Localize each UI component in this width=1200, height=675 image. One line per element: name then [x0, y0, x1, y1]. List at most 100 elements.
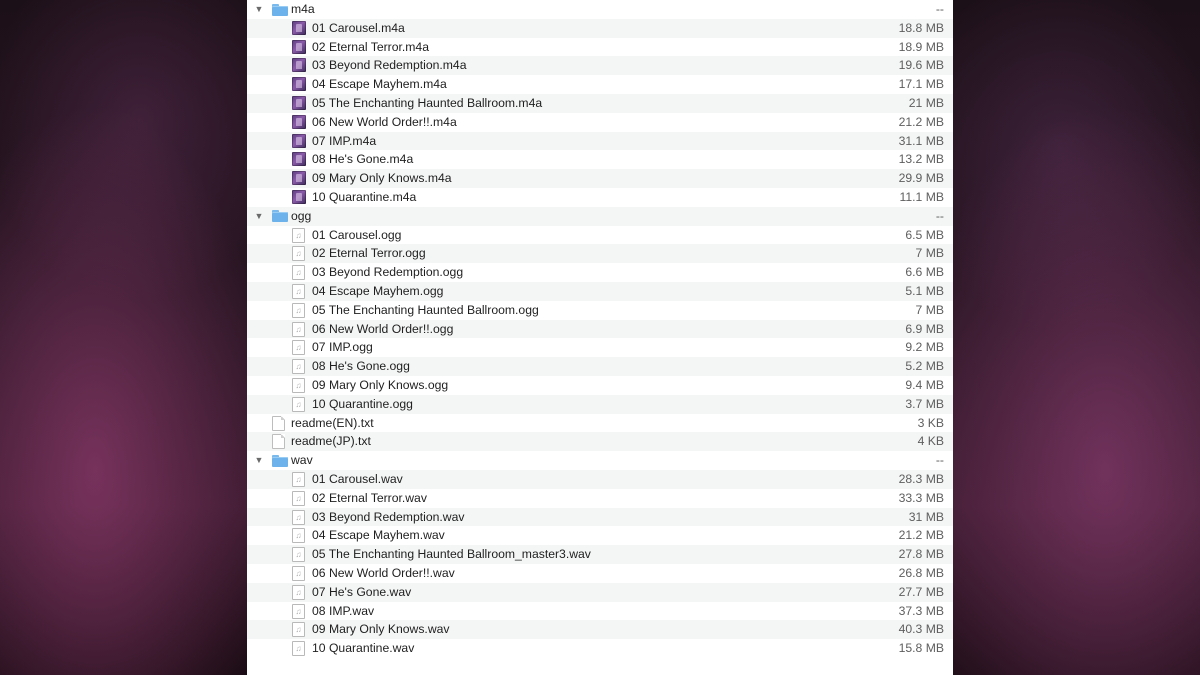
- file-list: ▼ m4a -- 01 Carousel.m4a 18.8 MB 02 Eternal T…: [247, 0, 953, 658]
- file-name: 05 The Enchanting Haunted Ballroom.m4a: [312, 95, 543, 110]
- file-row[interactable]: 10 Quarantine.m4a 11.1 MB: [247, 188, 953, 207]
- file-row[interactable]: readme(JP).txt 4 KB: [247, 432, 953, 452]
- file-row[interactable]: 03 Beyond Redemption.m4a 19.6 MB: [247, 56, 953, 76]
- audio-file-icon: ♫: [292, 265, 305, 281]
- file-row[interactable]: ♫ 08 IMP.wav 37.3 MB: [247, 602, 953, 621]
- file-row[interactable]: ♫ 01 Carousel.wav 28.3 MB: [247, 469, 953, 489]
- file-row[interactable]: ♫ 04 Escape Mayhem.ogg 5.1 MB: [247, 281, 953, 301]
- file-name: 08 He's Gone.ogg: [312, 359, 410, 374]
- file-name: 10 Quarantine.ogg: [312, 396, 413, 411]
- file-row[interactable]: ♫ 01 Carousel.ogg 6.5 MB: [247, 226, 953, 245]
- album-art-icon: [292, 77, 306, 92]
- file-size: 7 MB: [915, 302, 944, 317]
- file-row[interactable]: 04 Escape Mayhem.m4a 17.1 MB: [247, 75, 953, 94]
- file-row[interactable]: 07 IMP.m4a 31.1 MB: [247, 131, 953, 151]
- album-art-icon: [292, 152, 306, 167]
- file-size: 18.9 MB: [898, 39, 944, 54]
- file-row[interactable]: 05 The Enchanting Haunted Ballroom.m4a 21…: [247, 93, 953, 113]
- folder-row[interactable]: ▼ wav --: [247, 451, 953, 470]
- file-name: 04 Escape Mayhem.wav: [312, 528, 445, 543]
- file-name: 09 Mary Only Knows.m4a: [312, 171, 452, 186]
- file-name: 05 The Enchanting Haunted Ballroom.ogg: [312, 302, 539, 317]
- file-row[interactable]: 01 Carousel.m4a 18.8 MB: [247, 18, 953, 38]
- file-row[interactable]: 02 Eternal Terror.m4a 18.9 MB: [247, 38, 953, 57]
- audio-file-icon: ♫: [292, 641, 305, 657]
- file-name: 06 New World Order!!.wav: [312, 565, 455, 580]
- file-name: 08 IMP.wav: [312, 603, 375, 618]
- album-art-icon: [292, 171, 306, 186]
- file-name: 02 Eternal Terror.ogg: [312, 246, 426, 261]
- folder-icon: [272, 3, 288, 16]
- file-size: 18.8 MB: [898, 20, 944, 35]
- file-size: 31.1 MB: [898, 133, 944, 148]
- file-name: 02 Eternal Terror.m4a: [312, 39, 429, 54]
- file-size: --: [935, 208, 944, 223]
- disclosure-triangle-icon[interactable]: ▼: [254, 207, 264, 226]
- file-row[interactable]: ♫ 02 Eternal Terror.ogg 7 MB: [247, 244, 953, 264]
- file-row[interactable]: ♫ 10 Quarantine.ogg 3.7 MB: [247, 394, 953, 414]
- audio-file-icon: ♫: [292, 547, 305, 563]
- audio-file-icon: ♫: [292, 490, 305, 506]
- file-size: 21.2 MB: [898, 528, 944, 543]
- audio-file-icon: ♫: [292, 471, 305, 487]
- file-name: 01 Carousel.m4a: [312, 20, 405, 35]
- file-row[interactable]: ♫ 07 He's Gone.wav 27.7 MB: [247, 582, 953, 602]
- file-row[interactable]: ♫ 09 Mary Only Knows.wav 40.3 MB: [247, 620, 953, 640]
- file-row[interactable]: 08 He's Gone.m4a 13.2 MB: [247, 150, 953, 169]
- audio-file-icon: ♫: [292, 340, 305, 356]
- file-row[interactable]: ♫ 03 Beyond Redemption.ogg 6.6 MB: [247, 263, 953, 282]
- file-row[interactable]: readme(EN).txt 3 KB: [247, 414, 953, 433]
- audio-file-icon: ♫: [292, 622, 305, 638]
- file-row[interactable]: ♫ 06 New World Order!!.ogg 6.9 MB: [247, 319, 953, 339]
- audio-file-icon: ♫: [292, 302, 305, 318]
- disclosure-triangle-icon[interactable]: ▼: [254, 0, 264, 19]
- file-size: 31 MB: [908, 509, 944, 524]
- file-size: 33.3 MB: [898, 490, 944, 505]
- file-row[interactable]: ♫ 05 The Enchanting Haunted Ballroom.ogg 7…: [247, 301, 953, 320]
- file-row[interactable]: ♫ 08 He's Gone.ogg 5.2 MB: [247, 357, 953, 376]
- folder-row[interactable]: ▼ m4a --: [247, 0, 953, 19]
- album-art-icon: [292, 189, 306, 204]
- file-size: 6.6 MB: [905, 265, 944, 280]
- file-name: 02 Eternal Terror.wav: [312, 490, 427, 505]
- file-name: 09 Mary Only Knows.ogg: [312, 377, 449, 392]
- file-name: 10 Quarantine.wav: [312, 641, 415, 656]
- file-row[interactable]: ♫ 02 Eternal Terror.wav 33.3 MB: [247, 489, 953, 508]
- file-row[interactable]: 09 Mary Only Knows.m4a 29.9 MB: [247, 169, 953, 188]
- file-row[interactable]: ♫ 09 Mary Only Knows.ogg 9.4 MB: [247, 376, 953, 395]
- file-size: --: [935, 453, 944, 468]
- file-name: 07 IMP.m4a: [312, 133, 377, 148]
- audio-file-icon: ♫: [292, 246, 305, 262]
- file-size: 5.2 MB: [905, 359, 944, 374]
- file-list-panel: ▼ m4a -- 01 Carousel.m4a 18.8 MB 02 Eternal T…: [247, 0, 953, 675]
- file-size: 7 MB: [915, 246, 944, 261]
- album-art-icon: [292, 20, 306, 35]
- audio-file-icon: ♫: [292, 321, 305, 337]
- text-file-icon: [272, 434, 285, 450]
- folder-name: m4a: [291, 2, 315, 16]
- file-size: 29.9 MB: [898, 171, 944, 186]
- file-row[interactable]: ♫ 04 Escape Mayhem.wav 21.2 MB: [247, 526, 953, 545]
- disclosure-triangle-icon[interactable]: ▼: [254, 451, 264, 470]
- file-row[interactable]: ♫ 06 New World Order!!.wav 26.8 MB: [247, 564, 953, 583]
- audio-file-icon: ♫: [292, 283, 305, 299]
- file-row[interactable]: ♫ 07 IMP.ogg 9.2 MB: [247, 338, 953, 357]
- file-size: 21.2 MB: [898, 114, 944, 129]
- file-row[interactable]: ♫ 05 The Enchanting Haunted Ballroom_mast…: [247, 545, 953, 564]
- file-name: 03 Beyond Redemption.m4a: [312, 58, 467, 73]
- audio-file-icon: ♫: [292, 565, 305, 581]
- audio-file-icon: ♫: [292, 509, 305, 525]
- folder-row[interactable]: ▼ ogg --: [247, 206, 953, 226]
- file-row[interactable]: ♫ 03 Beyond Redemption.wav 31 MB: [247, 507, 953, 527]
- file-name: 03 Beyond Redemption.ogg: [312, 265, 464, 280]
- file-name: 10 Quarantine.m4a: [312, 189, 417, 204]
- file-name: 03 Beyond Redemption.wav: [312, 509, 465, 524]
- audio-file-icon: ♫: [292, 359, 305, 375]
- file-size: 19.6 MB: [898, 58, 944, 73]
- file-size: 40.3 MB: [898, 622, 944, 637]
- file-name: 04 Escape Mayhem.ogg: [312, 283, 444, 298]
- file-row[interactable]: 06 New World Order!!.m4a 21.2 MB: [247, 113, 953, 132]
- file-row[interactable]: ♫ 10 Quarantine.wav 15.8 MB: [247, 639, 953, 658]
- file-name: 09 Mary Only Knows.wav: [312, 622, 450, 637]
- file-size: 17.1 MB: [898, 77, 944, 92]
